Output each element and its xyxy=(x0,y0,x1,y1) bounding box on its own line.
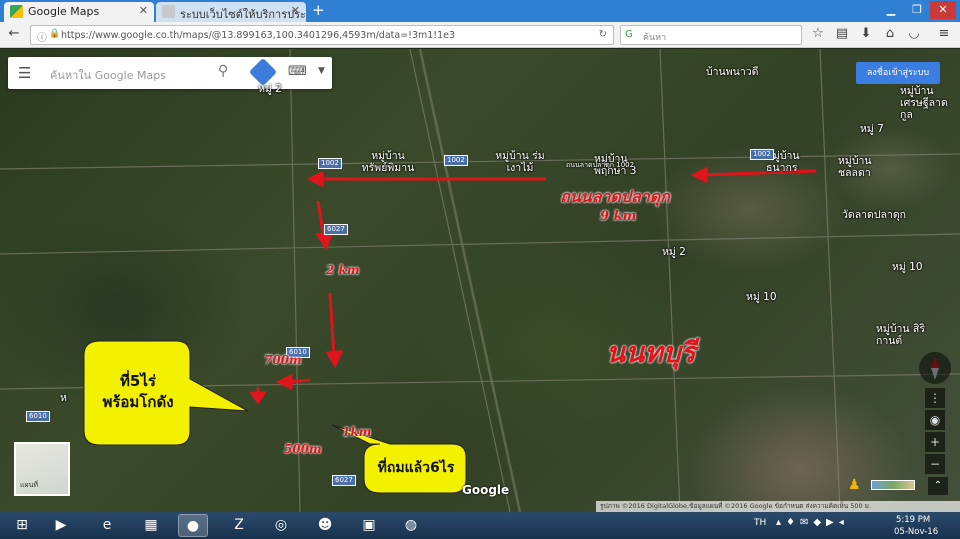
place-label: หมู่ 2 xyxy=(662,246,686,258)
road-label: ถนนลาดปลาดุก 1002 xyxy=(566,161,635,169)
map-roads-and-arrows xyxy=(0,49,960,512)
start-button[interactable]: ⊞ xyxy=(6,514,38,537)
chrome-icon[interactable]: ◍ xyxy=(396,514,426,537)
app-icon[interactable]: ◎ xyxy=(266,514,296,537)
new-tab-button[interactable]: + xyxy=(312,1,325,19)
maps-search-placeholder: ค้นหาใน Google Maps xyxy=(50,69,166,82)
map-type-toggle[interactable]: แผนที่ xyxy=(14,442,70,496)
distance-annotation-1km: 1km xyxy=(342,425,372,439)
road-shield: 1002 xyxy=(750,149,774,160)
map-type-label: แผนที่ xyxy=(20,481,39,489)
url-text: https://www.google.co.th/maps/@13.899163… xyxy=(61,30,456,41)
app-icon[interactable]: Z xyxy=(224,514,254,537)
road-shield: 1002 xyxy=(318,158,342,169)
search-placeholder: ค้นหา xyxy=(643,33,667,43)
menu-hamburger-icon[interactable]: ☰ xyxy=(18,64,31,82)
browser-search-field[interactable]: G ค้นหา xyxy=(620,25,802,45)
file-explorer-icon[interactable]: ▦ xyxy=(136,514,166,537)
place-label: บ้านพนาวดี xyxy=(706,66,759,78)
pocket-icon[interactable]: ◡ xyxy=(906,26,922,42)
directions-icon[interactable] xyxy=(248,57,278,87)
chevron-down-icon[interactable]: ▼ xyxy=(318,66,325,76)
search-icon[interactable]: ⚲ xyxy=(218,63,228,79)
maximize-window-button[interactable]: ❐ xyxy=(904,1,930,19)
close-tab-icon[interactable]: ✕ xyxy=(291,4,300,17)
distance-annotation-700m: 700m xyxy=(264,353,302,367)
reload-icon[interactable]: ↻ xyxy=(599,29,607,40)
url-bar[interactable]: ⓘ 🔒 https://www.google.co.th/maps/@13.89… xyxy=(30,25,614,45)
media-player-icon[interactable]: ▶ xyxy=(46,514,76,537)
map-attribution[interactable]: รูปภาพ ©2016 DigitalGlobe,ข้อมูลแผนที่ ©… xyxy=(596,501,960,512)
app-icon[interactable]: ☻ xyxy=(310,514,340,537)
place-label: วัดลาดปลาดุก xyxy=(842,209,907,221)
place-label: หมู่ 7 xyxy=(860,123,884,135)
place-label: หมู่บ้าน ร่มเงาไม้ xyxy=(495,150,545,174)
zoom-in-button[interactable]: + xyxy=(925,432,945,452)
place-label: หมู่บ้าน เศรษฐีลาดกูล xyxy=(900,85,948,121)
callout-6rai-text: ที่ถมแล้ว6ไร xyxy=(377,460,455,476)
layers-icon[interactable]: ⋮ xyxy=(925,388,945,408)
satellite-map[interactable]: ☰ ค้นหาใน Google Maps ⚲ ⌨ ▼ ลงชื่อเข้าสู… xyxy=(0,49,960,512)
downloads-icon[interactable]: ⬇ xyxy=(858,26,874,42)
imagery-strip[interactable] xyxy=(871,480,915,490)
place-label: หมู่บ้าน ทรัพย์พิมาน xyxy=(361,150,415,174)
chevron-up-icon[interactable]: ⌃ xyxy=(928,477,948,495)
my-location-icon[interactable]: ◉ xyxy=(925,410,945,430)
lock-icon: 🔒 xyxy=(49,29,61,39)
clock-date[interactable]: 05-Nov-16 xyxy=(894,527,938,537)
system-tray-icons[interactable]: ▴♦✉◆▶◂ xyxy=(776,517,849,528)
road-name-annotation: ถนนลาดปลาดุก xyxy=(560,187,670,206)
place-label: หมู่บ้าน สิริกานต์ xyxy=(876,323,925,347)
sign-in-button[interactable]: ลงชื่อเข้าสู่ระบบ xyxy=(856,62,940,84)
red-arrows xyxy=(249,166,817,405)
info-icon[interactable]: ⓘ xyxy=(37,29,47,44)
internet-explorer-icon[interactable]: e xyxy=(92,514,122,537)
road-shield: 1002 xyxy=(444,155,468,166)
province-annotation: นนทบุรี xyxy=(606,336,696,369)
app-icon[interactable]: ▣ xyxy=(354,514,384,537)
back-arrow-icon[interactable]: ← xyxy=(6,26,22,42)
windows-taskbar: ⊞ ▶ e ▦ ● Z ◎ ☻ ▣ ◍ TH ▴♦✉◆▶◂ 5:19 PM 05… xyxy=(0,512,960,539)
page-favicon-icon xyxy=(162,5,175,18)
maps-search-box[interactable]: ☰ ค้นหาใน Google Maps ⚲ ⌨ ▼ xyxy=(8,57,332,89)
callout-5rai-text: ที่5ไร่ พร้อมโกดัง xyxy=(102,372,174,411)
place-label: ห xyxy=(60,392,67,404)
tab-google-maps[interactable]: Google Maps ✕ xyxy=(4,2,154,22)
home-icon[interactable]: ⌂ xyxy=(882,26,898,42)
pegman-icon[interactable]: ♟ xyxy=(848,477,861,493)
clock-time[interactable]: 5:19 PM xyxy=(896,515,930,525)
close-tab-icon[interactable]: ✕ xyxy=(139,4,148,17)
browser-toolbar: ← ⓘ 🔒 https://www.google.co.th/maps/@13.… xyxy=(0,22,960,48)
place-label: หมู่ 2 xyxy=(258,83,282,95)
road-shield: 6010 xyxy=(26,411,50,422)
language-indicator[interactable]: TH xyxy=(754,518,766,528)
menu-hamburger-icon[interactable]: ≡ xyxy=(936,26,952,42)
firefox-icon[interactable]: ● xyxy=(178,514,208,537)
zoom-out-button[interactable]: − xyxy=(925,454,945,474)
google-logo: Google xyxy=(462,483,510,497)
road-distance-annotation: 9 km xyxy=(600,209,637,224)
place-label: หมู่บ้าน ชลลดา xyxy=(838,155,872,179)
tab-title: Google Maps xyxy=(28,5,100,18)
browser-tab-strip: Google Maps ✕ ระบบเว็บไซต์ให้บริการประชา… xyxy=(0,0,960,22)
road-shield: 6027 xyxy=(324,224,348,235)
distance-annotation-500m: 500m xyxy=(284,442,322,456)
tab-title: ระบบเว็บไซต์ให้บริการประชาชน : ... xyxy=(180,8,306,21)
road-shield: 6027 xyxy=(332,475,356,486)
minimize-window-button[interactable]: ▁ xyxy=(878,1,904,19)
search-engine-icon[interactable]: G xyxy=(625,29,633,40)
close-window-button[interactable]: ✕ xyxy=(930,1,956,19)
reading-list-icon[interactable]: ▤ xyxy=(834,26,850,42)
distance-annotation-2km: 2 km xyxy=(326,263,360,277)
tab-thai-service[interactable]: ระบบเว็บไซต์ให้บริการประชาชน : ... ✕ xyxy=(156,2,306,22)
bookmark-star-icon[interactable]: ☆ xyxy=(810,26,826,42)
google-maps-favicon-icon xyxy=(10,5,23,18)
place-label: หมู่ 10 xyxy=(892,261,923,273)
compass-icon[interactable] xyxy=(919,352,951,384)
keyboard-icon[interactable]: ⌨ xyxy=(288,64,307,79)
place-label: หมู่ 10 xyxy=(746,291,777,303)
